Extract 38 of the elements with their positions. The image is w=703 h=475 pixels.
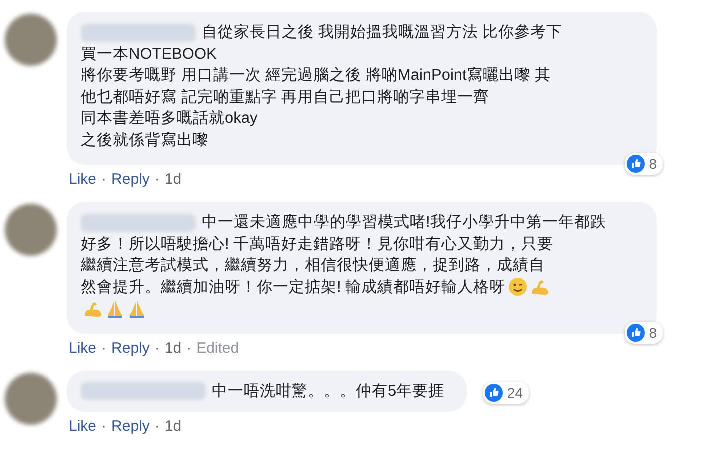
- comment-time: 1d: [164, 340, 182, 356]
- like-link[interactable]: Like: [69, 171, 97, 188]
- comment-text: 自從家長日之後 我開始搵我嘅溫習方法 比你參考下: [202, 23, 563, 43]
- separator-dot: ·: [154, 340, 160, 356]
- avatar-placeholder: [5, 372, 57, 424]
- separator-dot: ·: [102, 171, 107, 188]
- comment-text: 然會提升。繼續加油呀！你一定掂架! 輸成績都唔好輸人格呀: [81, 278, 506, 298]
- comment-text: 買一本NOTEBOOK: [81, 44, 217, 64]
- reaction-count-badge[interactable]: 8: [625, 322, 663, 344]
- comment-text: 中一唔洗咁驚。。。仲有5年要捱: [212, 382, 445, 402]
- thumbs-up-icon: [627, 324, 646, 342]
- comment-text: 好多！所以唔駛擔心! 千萬唔好走錯路呀！見你咁有心又勤力，只要: [81, 234, 554, 254]
- reaction-count-badge[interactable]: 24: [483, 382, 529, 404]
- comment-text: 中一還未適應中學的學習模式啫!我仔小學升中第一年都跌: [202, 213, 606, 233]
- separator-dot: ·: [186, 340, 192, 356]
- reply-link[interactable]: Reply: [112, 171, 150, 188]
- winking-face-icon: [508, 277, 528, 298]
- comment-time: 1d: [164, 418, 182, 435]
- avatar-placeholder: [5, 204, 57, 256]
- like-link[interactable]: Like: [69, 340, 97, 356]
- edited-label: Edited: [196, 340, 240, 356]
- comment-text: 他乜都唔好寫 記完啲重點字 再用自己把口將啲字串埋一齊: [81, 88, 490, 108]
- thumbs-up-icon: [627, 155, 646, 173]
- reaction-count-badge[interactable]: 8: [625, 153, 663, 175]
- separator-dot: ·: [102, 418, 107, 435]
- thumbs-up-icon: [485, 384, 504, 402]
- separator-dot: ·: [154, 171, 160, 188]
- like-link[interactable]: Like: [69, 418, 97, 435]
- avatar-placeholder: [5, 14, 57, 66]
- comment-text: 將你要考嘅野 用口講一次 經完過腦之後 將啲MainPoint寫曬出嚟 其: [81, 66, 552, 86]
- separator-dot: ·: [154, 418, 160, 435]
- separator-dot: ·: [102, 340, 107, 356]
- comment-text: 繼續注意考試模式，繼續努力，相信很快便適應，捉到路，成績自: [81, 256, 545, 276]
- comment-text: 同本書差唔多嘅話就okay: [81, 109, 258, 129]
- reply-link[interactable]: Reply: [112, 418, 150, 435]
- comment-time: 1d: [164, 171, 182, 188]
- comment-text: 之後就係背寫出嚟: [81, 130, 209, 150]
- reply-link[interactable]: Reply: [112, 340, 150, 356]
